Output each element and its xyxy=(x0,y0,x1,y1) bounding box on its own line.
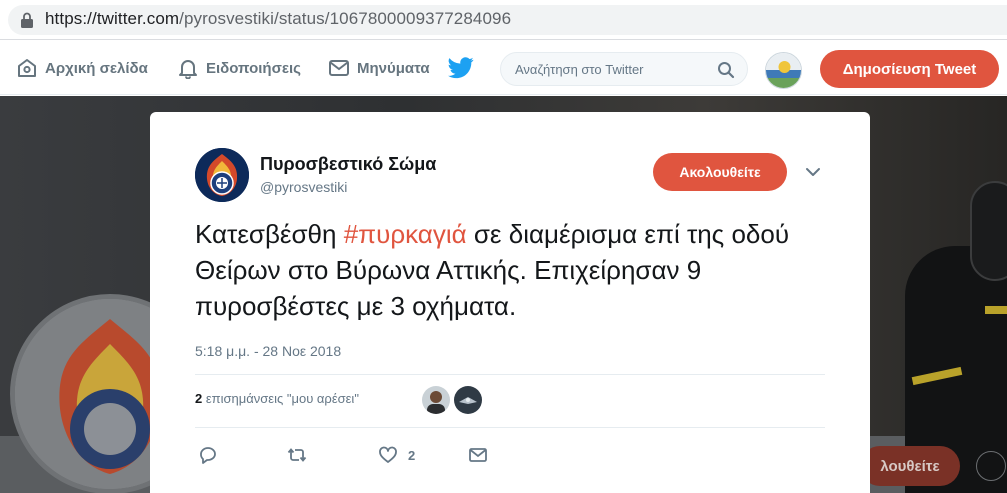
direct-message-button[interactable] xyxy=(468,443,488,467)
url-host: https://twitter.com xyxy=(45,9,180,28)
compose-tweet-button[interactable]: Δημοσίευση Tweet xyxy=(820,50,999,88)
home-icon xyxy=(18,59,36,77)
firefighter-helmet xyxy=(970,181,1007,281)
url-path: /pyrosvestiki/status/1067800009377284096 xyxy=(179,9,512,28)
search-icon[interactable] xyxy=(717,61,735,79)
liker-avatar[interactable] xyxy=(422,386,450,414)
nav-home-label: Αρχική σελίδα xyxy=(45,59,148,77)
reply-button[interactable] xyxy=(198,443,218,467)
like-count: 2 xyxy=(408,447,416,463)
nav-messages[interactable]: Μηνύματα xyxy=(328,41,430,95)
nav-home[interactable]: Αρχική σελίδα xyxy=(16,41,148,95)
like-button[interactable]: 2 xyxy=(378,443,415,467)
reply-icon xyxy=(200,447,216,464)
user-avatar[interactable] xyxy=(765,52,802,89)
url-text[interactable]: https://twitter.com/pyrosvestiki/status/… xyxy=(45,9,511,29)
chevron-down-icon[interactable] xyxy=(805,165,821,179)
retweet-button[interactable] xyxy=(287,443,307,467)
likes-summary[interactable]: 2 επισημάνσεις "μου αρέσει" xyxy=(195,391,359,406)
divider xyxy=(195,374,825,375)
bell-icon xyxy=(179,60,197,79)
tweet-modal: Πυροσβεστικό Σώμα @pyrosvestiki Ακολουθε… xyxy=(150,112,870,493)
liker-avatar[interactable] xyxy=(454,386,482,414)
likes-label: επισημάνσεις "μου αρέσει" xyxy=(205,391,359,406)
envelope-icon xyxy=(329,60,349,76)
profile-more-button xyxy=(976,451,1006,481)
twitter-bird-icon[interactable] xyxy=(448,56,474,80)
following-button[interactable]: Ακολουθείτε xyxy=(653,153,787,191)
search-input[interactable] xyxy=(515,53,715,85)
author-handle[interactable]: @pyrosvestiki xyxy=(260,179,347,195)
lock-icon xyxy=(21,12,33,28)
reflective-stripe xyxy=(985,306,1007,314)
search-box xyxy=(500,52,748,86)
top-navigation: Αρχική σελίδα Ειδοποιήσεις Μηνύματα Δημο… xyxy=(0,41,1007,95)
divider xyxy=(195,427,825,428)
tweet-text: Κατεσβέσθη #πυρκαγιά σε διαμέρισμα επί τ… xyxy=(195,216,815,324)
browser-address-bar: https://twitter.com/pyrosvestiki/status/… xyxy=(0,0,1007,40)
profile-follow-button: λουθείτε xyxy=(860,446,960,486)
likes-count: 2 xyxy=(195,391,203,406)
tweet-timestamp[interactable]: 5:18 μ.μ. - 28 Νοε 2018 xyxy=(195,343,341,359)
direct-message-icon xyxy=(469,448,487,462)
author-avatar[interactable] xyxy=(195,148,249,202)
tweet-text-start: Κατεσβέσθη xyxy=(195,219,344,249)
retweet-icon xyxy=(287,448,307,462)
nav-notifications-label: Ειδοποιήσεις xyxy=(206,59,301,77)
heart-icon xyxy=(379,446,397,463)
nav-messages-label: Μηνύματα xyxy=(357,59,430,77)
nav-notifications[interactable]: Ειδοποιήσεις xyxy=(177,41,301,95)
hashtag-link[interactable]: #πυρκαγιά xyxy=(344,219,467,249)
author-name[interactable]: Πυροσβεστικό Σώμα xyxy=(260,154,436,175)
